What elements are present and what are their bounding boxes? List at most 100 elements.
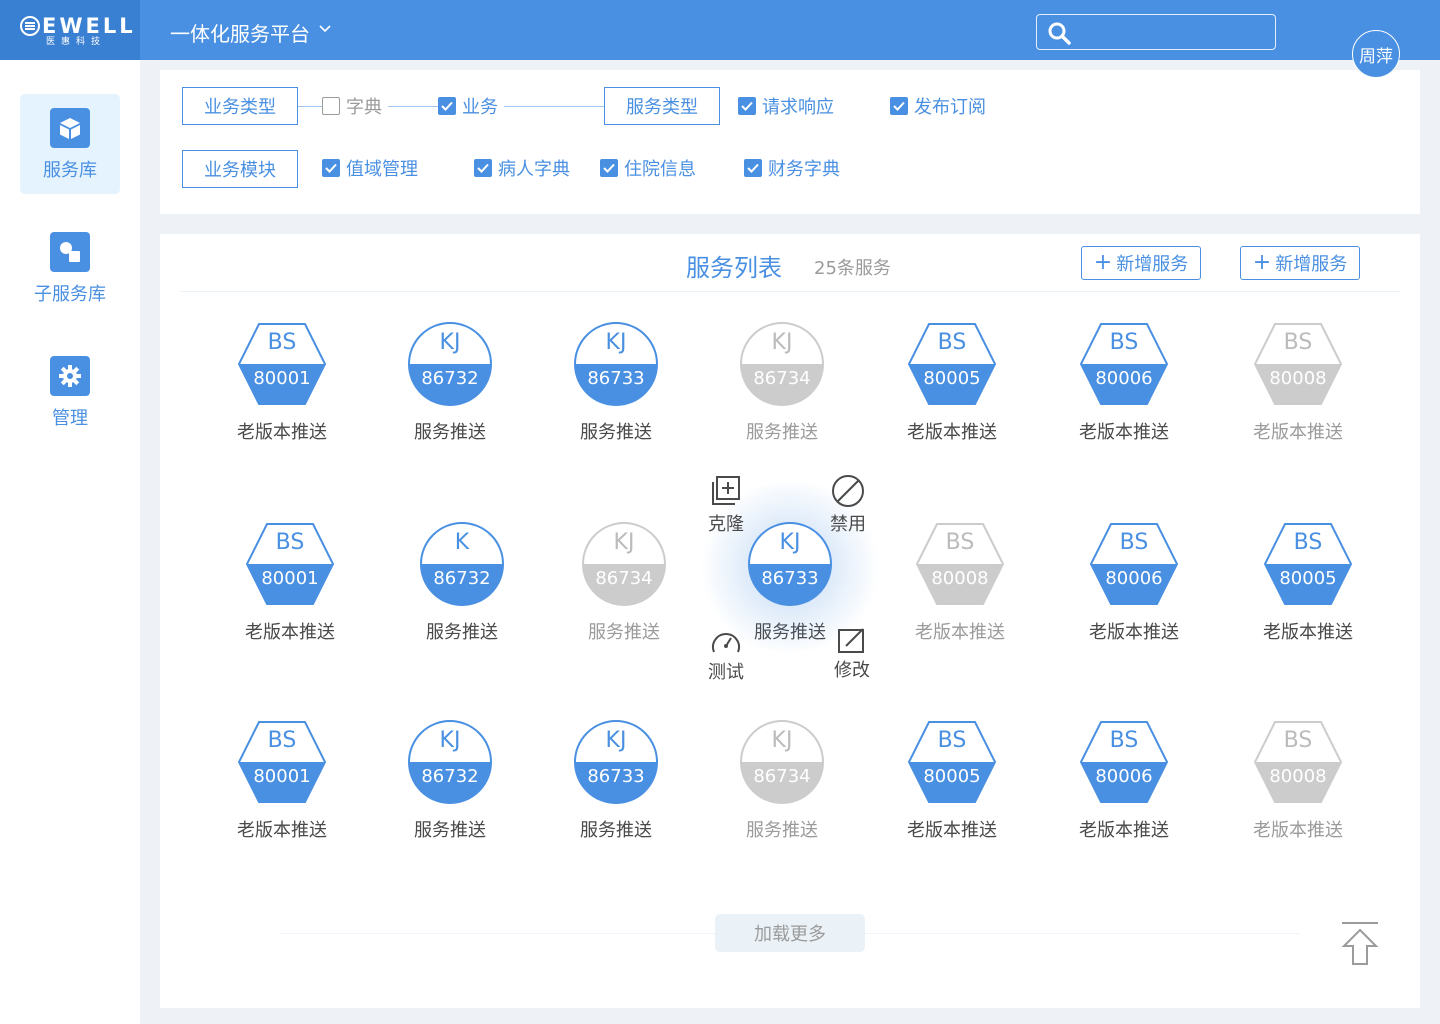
service-item[interactable]: BS 80006 老版本推送 bbox=[1054, 720, 1194, 842]
service-number: 80006 bbox=[1095, 368, 1153, 389]
checkbox-patient-dict[interactable]: 病人字典 bbox=[474, 156, 570, 180]
service-name: 老版本推送 bbox=[237, 820, 327, 841]
circle-badge-icon: KJ 86732 bbox=[405, 720, 495, 804]
service-item[interactable]: BS 80001 老版本推送 bbox=[220, 522, 360, 644]
service-item[interactable]: KJ 86734 服务推送 bbox=[712, 322, 852, 444]
service-code: BS bbox=[945, 530, 975, 555]
checkbox-business[interactable]: 业务 bbox=[438, 94, 498, 118]
service-name: 老版本推送 bbox=[907, 422, 997, 443]
add-service-button[interactable]: + 新增服务 bbox=[1081, 246, 1201, 280]
service-number: 80008 bbox=[1269, 368, 1327, 389]
service-number: 80005 bbox=[1279, 568, 1337, 589]
checkbox-request-response[interactable]: 请求响应 bbox=[738, 94, 834, 118]
service-name: 老版本推送 bbox=[245, 622, 335, 643]
connector-line bbox=[504, 106, 604, 107]
service-name: 服务推送 bbox=[588, 622, 660, 643]
service-item[interactable]: BS 80006 老版本推送 bbox=[1054, 322, 1194, 444]
connector-line bbox=[298, 106, 322, 107]
circle-badge-icon: KJ 86733 bbox=[571, 720, 661, 804]
sidebar-item-management[interactable]: 管理 bbox=[20, 342, 120, 442]
disable-action[interactable]: 禁用 bbox=[823, 474, 873, 536]
service-item[interactable]: KJ 86732 服务推送 bbox=[380, 720, 520, 842]
service-item[interactable]: KJ 86733 服务推送 bbox=[546, 322, 686, 444]
service-code: KJ bbox=[613, 530, 635, 555]
service-number: 86734 bbox=[753, 368, 811, 389]
checkbox-domain-management[interactable]: 值域管理 bbox=[322, 156, 418, 180]
sidebar-item-label: 服务库 bbox=[43, 160, 97, 181]
box-icon bbox=[50, 108, 90, 148]
check-icon bbox=[890, 97, 908, 115]
check-icon bbox=[738, 97, 756, 115]
service-number: 86732 bbox=[433, 568, 491, 589]
service-number: 80001 bbox=[253, 766, 311, 787]
back-to-top-icon[interactable] bbox=[1340, 920, 1380, 968]
sidebar: 服务库 子服务库 管理 bbox=[0, 60, 140, 1024]
service-list-panel: 服务列表 25条服务 + 新增服务 + 新增服务 BS 80001 老版本推送 KJ 867… bbox=[160, 234, 1420, 1008]
user-avatar[interactable]: 周萍 bbox=[1352, 30, 1400, 78]
service-item[interactable]: KJ 86732 服务推送 bbox=[380, 322, 520, 444]
service-code: BS bbox=[1283, 728, 1313, 753]
add-service-button-alt[interactable]: + 新增服务 bbox=[1240, 246, 1360, 280]
service-item[interactable]: K 86732 服务推送 bbox=[392, 522, 532, 644]
service-number: 86732 bbox=[421, 766, 479, 787]
service-name: 服务推送 bbox=[426, 622, 498, 643]
sidebar-item-sub-service-library[interactable]: 子服务库 bbox=[20, 218, 120, 318]
service-item[interactable]: BS 80005 老版本推送 bbox=[882, 720, 1022, 842]
service-name: 老版本推送 bbox=[1079, 422, 1169, 443]
circle-badge-icon: K 86732 bbox=[417, 522, 507, 606]
search-icon[interactable] bbox=[1047, 21, 1071, 45]
edit-label: 修改 bbox=[834, 660, 870, 681]
business-module-tag[interactable]: 业务模块 bbox=[182, 150, 298, 188]
service-item[interactable]: BS 80001 老版本推送 bbox=[212, 322, 352, 444]
chevron-down-icon[interactable] bbox=[318, 24, 332, 34]
service-item[interactable]: BS 80001 老版本推送 bbox=[212, 720, 352, 842]
service-name: 老版本推送 bbox=[1263, 622, 1353, 643]
service-item[interactable]: KJ 86733 服务推送 bbox=[546, 720, 686, 842]
service-item[interactable]: BS 80008 老版本推送 bbox=[1228, 322, 1368, 444]
check-icon bbox=[438, 97, 456, 115]
test-label: 测试 bbox=[708, 662, 744, 683]
app-title[interactable]: 一体化服务平台 bbox=[170, 18, 310, 47]
service-name: 服务推送 bbox=[746, 820, 818, 841]
search-input[interactable] bbox=[1036, 14, 1276, 50]
checkbox-finance-dict[interactable]: 财务字典 bbox=[744, 156, 840, 180]
hexagon-badge-icon: BS 80008 bbox=[1253, 720, 1343, 804]
service-item[interactable]: BS 80008 老版本推送 bbox=[1228, 720, 1368, 842]
edit-action[interactable]: 修改 bbox=[827, 626, 877, 682]
add-service-label: 新增服务 bbox=[1116, 254, 1189, 275]
hexagon-badge-icon: BS 80001 bbox=[237, 720, 327, 804]
service-item[interactable]: BS 80005 老版本推送 bbox=[1238, 522, 1378, 644]
service-number: 80006 bbox=[1095, 766, 1153, 787]
service-name: 服务推送 bbox=[414, 422, 486, 443]
service-item[interactable]: KJ 86734 服务推送 bbox=[554, 522, 694, 644]
service-item[interactable]: KJ 86734 服务推送 bbox=[712, 720, 852, 842]
sidebar-item-service-library[interactable]: 服务库 bbox=[20, 94, 120, 194]
service-name: 服务推送 bbox=[414, 820, 486, 841]
add-service-label: 新增服务 bbox=[1275, 254, 1348, 275]
service-number: 80008 bbox=[931, 568, 989, 589]
hexagon-badge-icon: BS 80005 bbox=[1263, 522, 1353, 606]
service-number: 80005 bbox=[923, 368, 981, 389]
logo[interactable]: EWELL 医惠科技 bbox=[0, 0, 140, 60]
clone-label: 克隆 bbox=[708, 514, 744, 535]
clone-action[interactable]: 克隆 bbox=[701, 474, 751, 536]
test-action[interactable]: 测试 bbox=[701, 630, 751, 684]
load-more-button[interactable]: 加载更多 bbox=[715, 914, 865, 952]
service-name: 老版本推送 bbox=[1253, 422, 1343, 443]
checkbox-dict[interactable]: 字典 bbox=[322, 94, 382, 118]
service-number: 86732 bbox=[421, 368, 479, 389]
service-type-tag[interactable]: 服务类型 bbox=[604, 87, 720, 125]
service-code: BS bbox=[275, 530, 305, 555]
service-number: 80008 bbox=[1269, 766, 1327, 787]
checkbox-publish-subscribe[interactable]: 发布订阅 bbox=[890, 94, 986, 118]
checkbox-inpatient-info[interactable]: 住院信息 bbox=[600, 156, 696, 180]
service-number: 80001 bbox=[261, 568, 319, 589]
business-type-tag[interactable]: 业务类型 bbox=[182, 87, 298, 125]
service-item[interactable]: BS 80008 老版本推送 bbox=[890, 522, 1030, 644]
service-name: 老版本推送 bbox=[1089, 622, 1179, 643]
service-item[interactable]: BS 80005 老版本推送 bbox=[882, 322, 1022, 444]
hexagon-badge-icon: BS 80006 bbox=[1079, 720, 1169, 804]
service-code: BS bbox=[1109, 330, 1139, 355]
service-item[interactable]: BS 80006 老版本推送 bbox=[1064, 522, 1204, 644]
service-number: 86734 bbox=[753, 766, 811, 787]
